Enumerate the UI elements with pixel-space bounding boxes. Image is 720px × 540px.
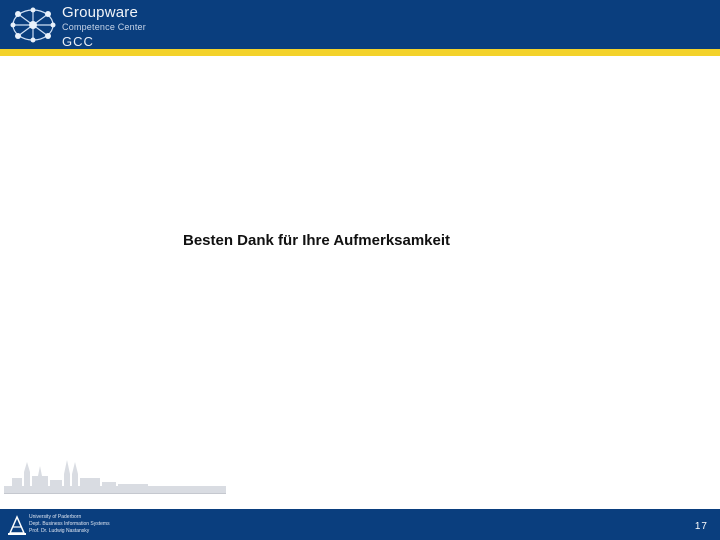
page-number: 17 bbox=[694, 521, 708, 532]
network-globe-icon bbox=[10, 7, 56, 43]
department-name: Dept. Business Information Systems bbox=[29, 521, 110, 527]
professor-name: Prof. Dr. Ludwig Nastansky bbox=[29, 528, 90, 534]
university-name: University of Paderborn bbox=[29, 514, 82, 520]
university-logo-icon bbox=[8, 515, 26, 535]
footer-affiliation: University of Paderborn Dept. Business I… bbox=[29, 514, 110, 535]
footer-divider bbox=[4, 493, 226, 494]
brand-subtitle: Competence Center bbox=[62, 22, 146, 32]
brand-name: Groupware bbox=[62, 4, 139, 21]
header-accent-stripe bbox=[0, 49, 720, 56]
brand-acronym: GCC bbox=[62, 34, 94, 49]
brand-block: Groupware Competence Center GCC bbox=[62, 5, 146, 48]
city-skyline-graphic bbox=[4, 460, 226, 494]
slide-message: Besten Dank für Ihre Aufmerksamkeit bbox=[183, 232, 451, 249]
